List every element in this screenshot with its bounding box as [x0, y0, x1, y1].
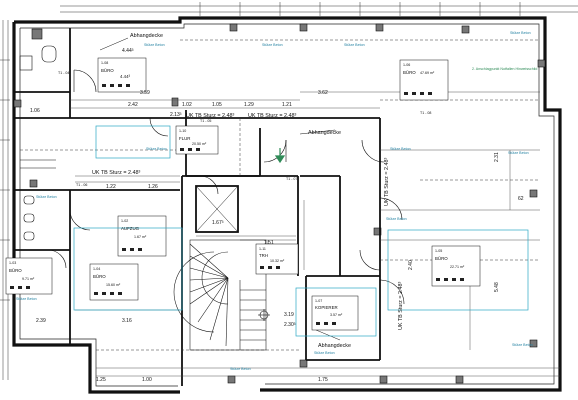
abhangdecke-bottom: Abhangdecke [318, 343, 351, 349]
columns [13, 23, 546, 384]
room-1-10-area: 20.50 m² [192, 142, 207, 146]
dim-3-19: 3.19 [284, 312, 294, 318]
dim-4-44: 4.44³ [122, 48, 134, 54]
room-1-07-area: 3.57 m² [330, 313, 343, 317]
dim-1-75: 1.75 [318, 377, 328, 383]
note-right: 2. Anschlagpunkt Notfallen Hinweisschild [472, 67, 537, 71]
room-1-04-id: 1-04 [93, 267, 100, 271]
room-1-05-id: 1-05 [435, 249, 442, 253]
uk-tb-sturz-2: UK TB Sturz = 2.48³ [248, 113, 296, 119]
dim-1-51: 1.51 [264, 240, 274, 246]
top-dimension-chain [60, 2, 578, 16]
dim-2-13: 2.13³ [170, 112, 182, 118]
room-1-02-id: 1-02 [121, 219, 128, 223]
room-1-06-area: 47.69 m² [420, 71, 435, 75]
uk-tb-sturz-3: UK TB Sturz = 2.48³ [92, 170, 140, 176]
dim-1-22: 1.22 [106, 184, 116, 190]
room-1-03-id: 1-03 [9, 261, 16, 265]
dim-1-05: 1.05 [212, 102, 222, 108]
dim-3-59: 3.59 [140, 90, 150, 96]
room-1-03-area: 9.71 m² [22, 277, 35, 281]
room-1-08-id: 1-08 [101, 61, 108, 65]
dim-2-30: 2.30³ [284, 322, 296, 328]
dim-5-48: 5.48 [494, 282, 500, 292]
room-1-05-name: BÜRO [435, 256, 448, 261]
t1-label-05: T1 - 05 [200, 119, 211, 123]
dim-2-39: 2.39 [36, 318, 46, 324]
dim-1-06: 1.06 [30, 108, 40, 114]
room-1-11-name: TRH [259, 253, 268, 258]
column-note-13: Stütze Beton [314, 351, 335, 355]
dim-3-16: 3.16 [122, 318, 132, 324]
abhangdecke-mid: Abhangdecke [308, 130, 341, 136]
column-note-11: Stütze Beton [512, 343, 533, 347]
left-dimension-chain [0, 20, 10, 380]
column-note-10: Stütze Beton [16, 297, 37, 301]
dim-62: 62 [518, 196, 524, 202]
column-note-4: Stütze Beton [510, 31, 531, 35]
room-1-04-name: BÜRO [93, 274, 106, 279]
room-1-03-name: BÜRO [9, 268, 22, 273]
room-1-05-area: 22.71 m² [450, 265, 465, 269]
column-note-9: Stütze Beton [146, 147, 167, 151]
room-1-07-name: KOPIERER [315, 305, 338, 310]
dim-1-67: 1.67³ [212, 220, 224, 226]
t1-label-08: T1 - 08 [420, 111, 431, 115]
staircase [173, 239, 267, 351]
column-note-3: Stütze Beton [344, 43, 365, 47]
t1-label-06: T1 - 06 [76, 183, 87, 187]
exterior-walls [12, 16, 562, 394]
dim-1-29: 1.29 [244, 102, 254, 108]
uk-tb-sturz-vertical-1: UK TB Sturz = 2.48³ [384, 158, 390, 206]
dim-1-21: 1.21 [282, 102, 292, 108]
interior-walls [14, 28, 381, 386]
column-note-5: Stütze Beton [36, 195, 57, 199]
dim-3-62: 3.62 [318, 90, 328, 96]
column-note-8: Stütze Beton [390, 147, 411, 151]
room-1-07-id: 1-07 [315, 299, 322, 303]
dim-2-31: 2.31 [494, 152, 500, 162]
dim-1-02: 1.02 [182, 102, 192, 108]
room-1-04-area: 15.60 m² [106, 283, 121, 287]
dim-1-26: 1.26 [148, 184, 158, 190]
dim-2-42: 2.42 [128, 102, 138, 108]
marker-icon [258, 309, 270, 321]
room-boxes [5, 57, 481, 331]
column-note-6: Stütze Beton [386, 217, 407, 221]
dim-1-25-left: 1.25 [96, 377, 106, 383]
room-1-11-area: 10.32 m² [270, 259, 285, 263]
room-1-02-area: 1.67 m² [134, 235, 147, 239]
t1-label-07: T1 - 07 [286, 177, 297, 181]
room-1-06-name: BÜRO [403, 70, 416, 75]
sanitary-fixtures [19, 45, 57, 241]
room-1-02-name: AUFZUG [121, 226, 140, 231]
column-note-12: Stütze Beton [230, 367, 251, 371]
abhangdecke-top: Abhangdecke [130, 33, 163, 39]
north-arrow-icon [274, 148, 286, 164]
room-1-11-id: 1-11 [259, 247, 266, 251]
t1-label-04: T1 - 04 [58, 71, 69, 75]
room-1-10-name: FLUR [179, 136, 190, 141]
floor-plan: Abhangdecke Abhangdecke Abhangdecke UK T… [0, 2, 578, 394]
uk-tb-sturz-vertical-2: UK TB Sturz = 2.48³ [398, 282, 404, 330]
column-note-1: Stütze Beton [144, 43, 165, 47]
room-1-08-name: BÜRO [101, 68, 114, 73]
room-1-10-id: 1-10 [179, 129, 186, 133]
column-note-2: Stütze Beton [262, 43, 283, 47]
dim-1-00: 1.00 [142, 377, 152, 383]
column-note-7: Stütze Beton [508, 151, 529, 155]
room-1-06-id: 1-06 [403, 63, 410, 67]
dim-2-40: 2.40 [408, 260, 414, 270]
room-1-08-area: 4.44³ [120, 74, 131, 79]
